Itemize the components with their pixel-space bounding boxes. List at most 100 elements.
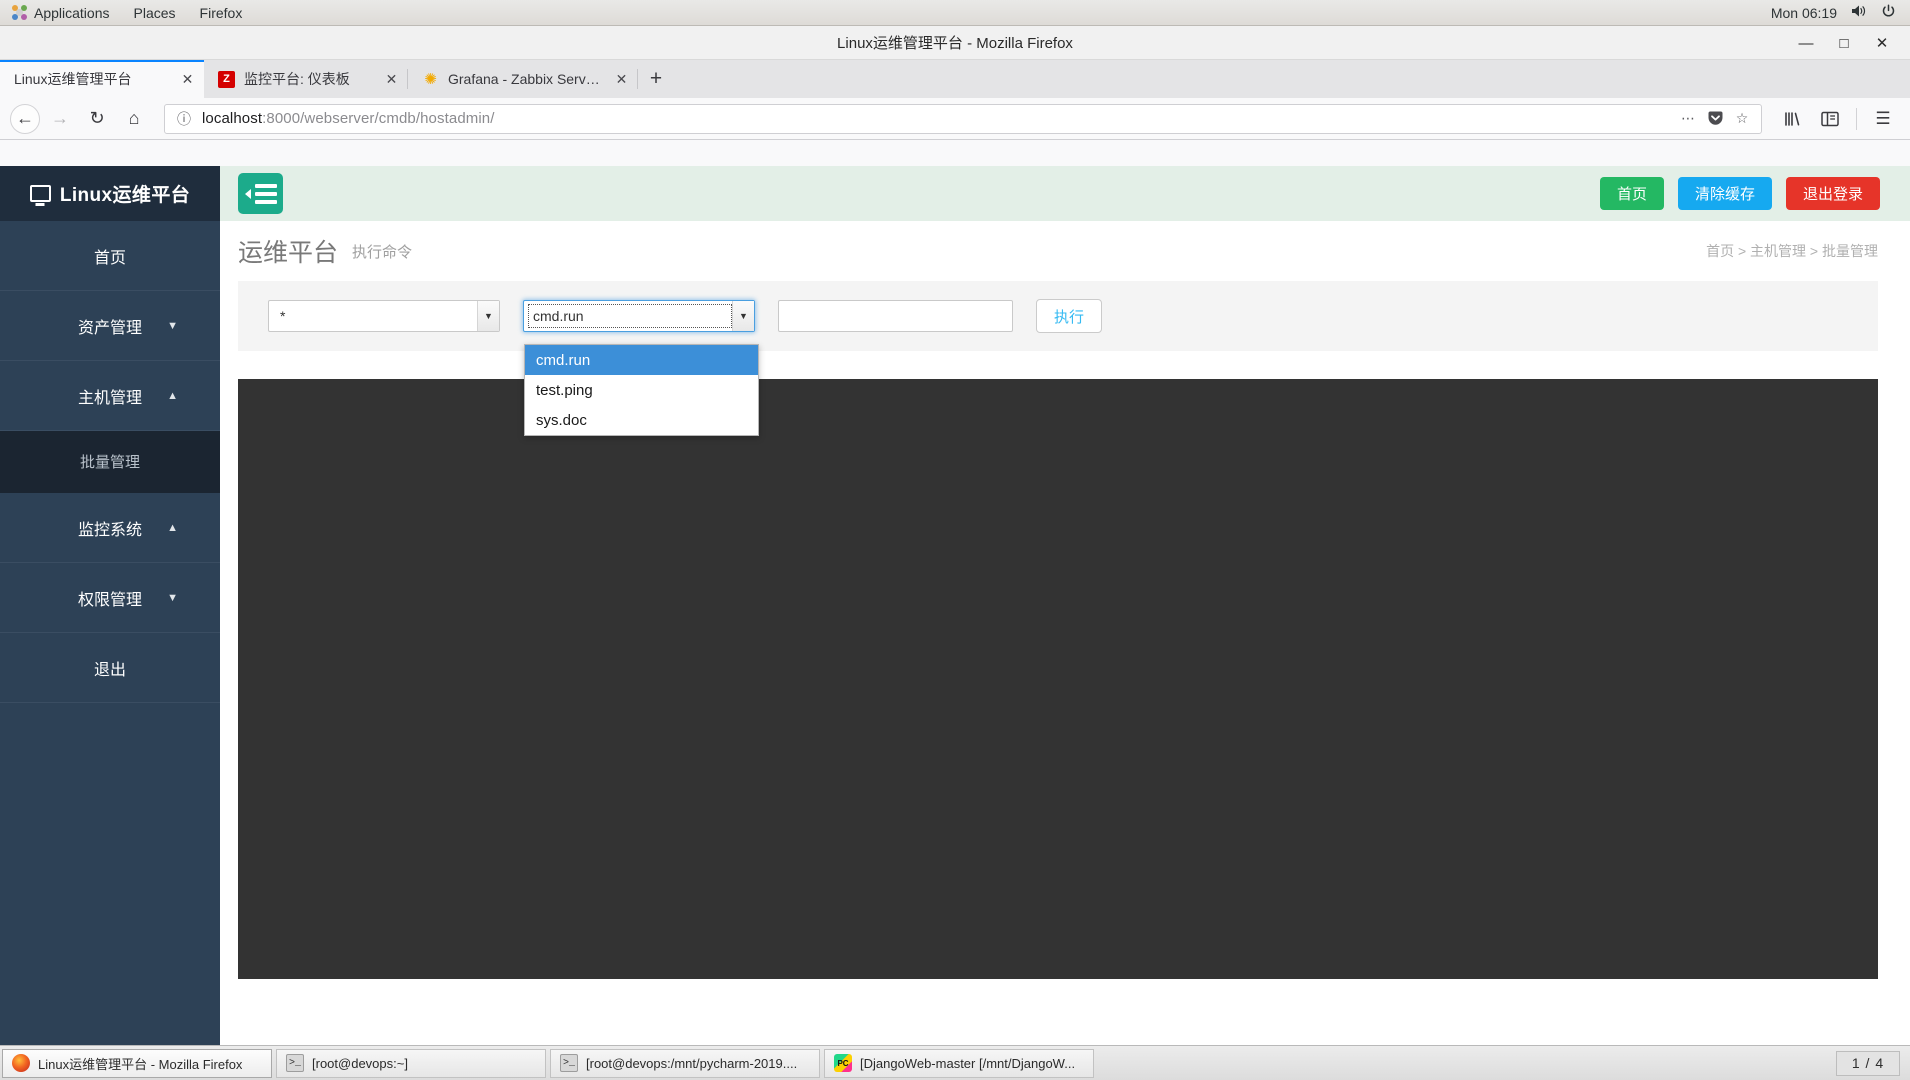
browser-tab-1[interactable]: Z 监控平台: 仪表板 ✕ (204, 60, 408, 98)
url-host: localhost (202, 110, 262, 127)
hamburger-left-icon[interactable] (238, 173, 283, 214)
sidebar-item-label: 资产管理 (78, 314, 142, 338)
brand-title: Linux运维平台 (60, 180, 190, 207)
sidebar-item-label: 主机管理 (78, 384, 142, 408)
home-icon[interactable]: ⌂ (117, 103, 151, 135)
minimize-icon[interactable]: — (1798, 35, 1814, 51)
tab-strip: Linux运维管理平台 ✕ Z 监控平台: 仪表板 ✕ ✺ Grafana - … (0, 60, 1910, 98)
sidebar-item-label: 权限管理 (78, 586, 142, 610)
page-title: 运维平台 (238, 233, 338, 269)
page-subtitle: 执行命令 (352, 241, 412, 262)
app-sidebar: Linux运维平台 首页 资产管理 ▼ 主机管理 ▲ 批量管理 监控系统 ▲ 权… (0, 166, 220, 1071)
zabbix-favicon-icon: Z (218, 71, 235, 88)
url-path: :8000/webserver/cmdb/hostadmin/ (262, 110, 494, 127)
places-menu-label: Places (134, 5, 176, 21)
app-topbar: 首页 清除缓存 退出登录 (220, 166, 1910, 221)
breadcrumb: 首页 > 主机管理 > 批量管理 (1706, 241, 1878, 261)
page-info-icon[interactable]: ⓘ (175, 110, 193, 128)
sidebar-item-label: 监控系统 (78, 516, 142, 540)
chevron-up-icon: ▲ (167, 390, 178, 402)
library-icon[interactable] (1775, 103, 1809, 135)
firefox-icon (12, 1054, 30, 1072)
bookmark-star-icon[interactable]: ☆ (1733, 110, 1751, 128)
main-area: 首页 清除缓存 退出登录 运维平台 执行命令 首页 > 主机管理 > 批量管理 … (220, 166, 1910, 1071)
terminal-icon: >_ (560, 1054, 578, 1072)
window-titlebar: Linux运维管理平台 - Mozilla Firefox — □ ✕ (0, 26, 1910, 60)
browser-tab-0[interactable]: Linux运维管理平台 ✕ (0, 60, 204, 98)
pycharm-icon: PC (834, 1054, 852, 1072)
back-icon[interactable]: ← (10, 104, 40, 134)
sidebar-item-label: 退出 (94, 656, 126, 680)
execute-button[interactable]: 执行 (1036, 299, 1102, 333)
chevron-down-icon[interactable]: ▼ (477, 301, 499, 331)
command-select-value: cmd.run (528, 304, 732, 328)
app-menu-icon[interactable]: ☰ (1866, 103, 1900, 135)
desktop-taskbar: Linux运维管理平台 - Mozilla Firefox >_ [root@d… (0, 1045, 1910, 1080)
taskbar-item-label: [root@devops:/mnt/pycharm-2019.... (586, 1056, 797, 1071)
forward-icon[interactable]: → (43, 103, 77, 135)
sidebar-item-label: 批量管理 (80, 451, 140, 472)
dropdown-option-cmd-run[interactable]: cmd.run (525, 345, 758, 375)
firefox-menu[interactable]: Firefox (188, 0, 255, 26)
target-select-value: * (280, 308, 285, 324)
logout-button[interactable]: 退出登录 (1786, 177, 1880, 210)
chevron-down-icon[interactable]: ▼ (732, 301, 754, 331)
taskbar-item-firefox[interactable]: Linux运维管理平台 - Mozilla Firefox (2, 1049, 272, 1078)
sidebar-toggle-icon[interactable] (1813, 103, 1847, 135)
monitor-icon (30, 185, 51, 202)
fedora-logo-icon (12, 5, 27, 20)
gnome-top-panel: Applications Places Firefox Mon 06:19 (0, 0, 1910, 26)
sidebar-item-monitoring-system[interactable]: 监控系统 ▲ (0, 493, 220, 563)
speaker-icon[interactable] (1851, 4, 1867, 21)
browser-tab-2[interactable]: ✺ Grafana - Zabbix Server D ✕ (408, 60, 638, 98)
workspace-indicator[interactable]: 1 / 4 (1836, 1051, 1900, 1076)
dropdown-option-sys-doc[interactable]: sys.doc (525, 405, 758, 435)
taskbar-item-pycharm[interactable]: PC [DjangoWeb-master [/mnt/DjangoW... (824, 1049, 1094, 1078)
close-icon[interactable]: ✕ (1874, 35, 1890, 51)
applications-menu-label: Applications (34, 5, 110, 21)
tab-label: Linux运维管理平台 (14, 69, 170, 89)
panel-clock[interactable]: Mon 06:19 (1771, 5, 1837, 21)
page-header: 运维平台 执行命令 首页 > 主机管理 > 批量管理 (220, 221, 1910, 281)
power-icon[interactable] (1881, 4, 1896, 22)
tab-close-icon[interactable]: ✕ (179, 71, 196, 88)
target-select[interactable]: * ▼ (268, 300, 500, 332)
pocket-icon[interactable] (1706, 110, 1724, 128)
page-actions-icon[interactable]: ⋯ (1679, 110, 1697, 128)
sidebar-item-logout[interactable]: 退出 (0, 633, 220, 703)
url-bar[interactable]: ⓘ localhost:8000/webserver/cmdb/hostadmi… (164, 104, 1762, 134)
command-args-input[interactable] (778, 300, 1013, 332)
toolbar-divider (1856, 108, 1857, 130)
dropdown-option-test-ping[interactable]: test.ping (525, 375, 758, 405)
places-menu[interactable]: Places (122, 0, 188, 26)
command-select[interactable]: cmd.run ▼ (523, 300, 755, 332)
tab-close-icon[interactable]: ✕ (613, 71, 630, 88)
command-form-panel: * ▼ cmd.run ▼ 执行 cmd.run test.ping (238, 281, 1878, 351)
url-text: localhost:8000/webserver/cmdb/hostadmin/ (202, 110, 1670, 127)
new-tab-button[interactable]: + (638, 60, 674, 98)
console-output[interactable] (238, 379, 1878, 979)
taskbar-item-terminal-1[interactable]: >_ [root@devops:~] (276, 1049, 546, 1078)
command-select-dropdown[interactable]: cmd.run test.ping sys.doc (524, 344, 759, 436)
terminal-icon: >_ (286, 1054, 304, 1072)
chevron-down-icon: ▼ (167, 320, 178, 332)
tab-label: Grafana - Zabbix Server D (448, 71, 604, 87)
tab-close-icon[interactable]: ✕ (383, 71, 400, 88)
applications-menu[interactable]: Applications (0, 0, 122, 26)
chevron-up-icon: ▲ (167, 522, 178, 534)
taskbar-item-terminal-2[interactable]: >_ [root@devops:/mnt/pycharm-2019.... (550, 1049, 820, 1078)
reload-icon[interactable]: ↻ (80, 103, 114, 135)
firefox-menu-label: Firefox (200, 5, 243, 21)
maximize-icon[interactable]: □ (1836, 35, 1852, 51)
home-button[interactable]: 首页 (1600, 177, 1664, 210)
brand-logo[interactable]: Linux运维平台 (0, 166, 220, 221)
sidebar-item-asset-management[interactable]: 资产管理 ▼ (0, 291, 220, 361)
web-page: Linux运维平台 首页 资产管理 ▼ 主机管理 ▲ 批量管理 监控系统 ▲ 权… (0, 166, 1910, 1071)
tab-label: 监控平台: 仪表板 (244, 69, 374, 89)
sidebar-item-label: 首页 (94, 244, 126, 268)
sidebar-item-host-management[interactable]: 主机管理 ▲ (0, 361, 220, 431)
sidebar-item-batch-management[interactable]: 批量管理 (0, 431, 220, 493)
sidebar-item-home[interactable]: 首页 (0, 221, 220, 291)
clear-cache-button[interactable]: 清除缓存 (1678, 177, 1772, 210)
sidebar-item-permission-management[interactable]: 权限管理 ▼ (0, 563, 220, 633)
